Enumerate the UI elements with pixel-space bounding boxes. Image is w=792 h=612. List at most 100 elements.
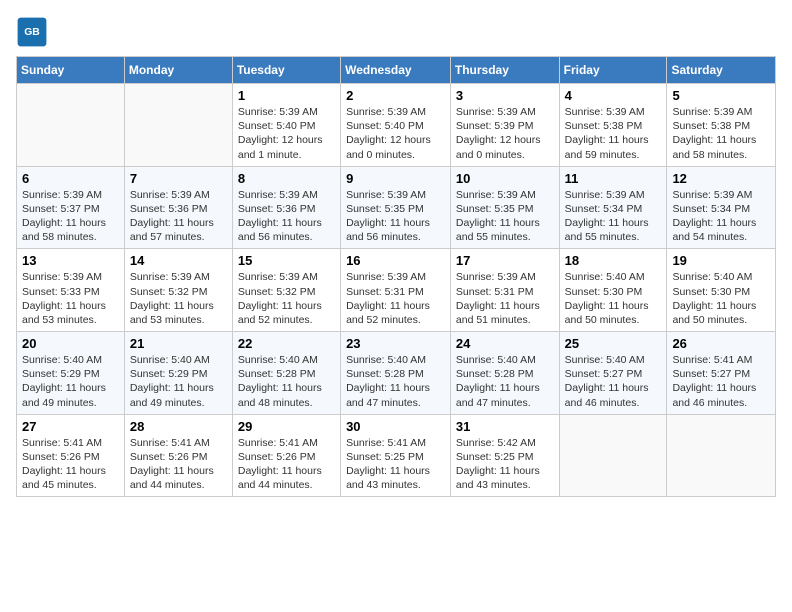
day-number: 4	[565, 88, 662, 103]
day-number: 17	[456, 253, 554, 268]
svg-text:GB: GB	[24, 27, 40, 38]
day-info: Sunrise: 5:41 AM Sunset: 5:27 PM Dayligh…	[672, 353, 770, 410]
calendar-cell: 27Sunrise: 5:41 AM Sunset: 5:26 PM Dayli…	[17, 414, 125, 497]
day-info: Sunrise: 5:39 AM Sunset: 5:38 PM Dayligh…	[565, 105, 662, 162]
day-number: 31	[456, 419, 554, 434]
day-info: Sunrise: 5:41 AM Sunset: 5:26 PM Dayligh…	[238, 436, 335, 493]
day-of-week-header: Wednesday	[341, 57, 451, 84]
calendar-cell: 18 Sunrise: 5:40 AM Sunset: 5:30 PM Dayli…	[559, 249, 667, 332]
calendar-week-row: 6 Sunrise: 5:39 AM Sunset: 5:37 PM Daylig…	[17, 166, 776, 249]
day-number: 23	[346, 336, 445, 351]
day-info: Sunrise: 5:40 AM Sunset: 5:30 PM Dayligh…	[672, 270, 770, 327]
day-number: 9	[346, 171, 445, 186]
day-info: Sunrise: 5:39 AM Sunset: 5:31 PM Dayligh…	[346, 270, 445, 327]
day-number: 21	[130, 336, 227, 351]
day-number: 13	[22, 253, 119, 268]
day-info: Sunrise: 5:39 AM Sunset: 5:37 PM Dayligh…	[22, 188, 119, 245]
day-number: 16	[346, 253, 445, 268]
calendar-cell: 30Sunrise: 5:41 AM Sunset: 5:25 PM Dayli…	[341, 414, 451, 497]
calendar-cell: 7 Sunrise: 5:39 AM Sunset: 5:36 PM Daylig…	[124, 166, 232, 249]
day-info: Sunrise: 5:39 AM Sunset: 5:40 PM Dayligh…	[238, 105, 335, 162]
day-of-week-header: Tuesday	[232, 57, 340, 84]
day-number: 6	[22, 171, 119, 186]
calendar-cell: 25 Sunrise: 5:40 AM Sunset: 5:27 PM Dayli…	[559, 332, 667, 415]
day-info: Sunrise: 5:39 AM Sunset: 5:39 PM Dayligh…	[456, 105, 554, 162]
day-number: 12	[672, 171, 770, 186]
day-number: 8	[238, 171, 335, 186]
logo: GB	[16, 16, 52, 48]
day-info: Sunrise: 5:40 AM Sunset: 5:29 PM Dayligh…	[22, 353, 119, 410]
calendar-cell: 11 Sunrise: 5:39 AM Sunset: 5:34 PM Dayli…	[559, 166, 667, 249]
calendar-header-row: SundayMondayTuesdayWednesdayThursdayFrid…	[17, 57, 776, 84]
calendar-cell: 10Sunrise: 5:39 AM Sunset: 5:35 PM Dayli…	[450, 166, 559, 249]
day-info: Sunrise: 5:39 AM Sunset: 5:32 PM Dayligh…	[130, 270, 227, 327]
calendar-cell	[667, 414, 776, 497]
day-info: Sunrise: 5:39 AM Sunset: 5:32 PM Dayligh…	[238, 270, 335, 327]
day-info: Sunrise: 5:41 AM Sunset: 5:26 PM Dayligh…	[130, 436, 227, 493]
day-number: 1	[238, 88, 335, 103]
calendar-week-row: 27Sunrise: 5:41 AM Sunset: 5:26 PM Dayli…	[17, 414, 776, 497]
calendar-cell: 24 Sunrise: 5:40 AM Sunset: 5:28 PM Dayli…	[450, 332, 559, 415]
calendar-cell: 22Sunrise: 5:40 AM Sunset: 5:28 PM Dayli…	[232, 332, 340, 415]
calendar-cell: 3 Sunrise: 5:39 AM Sunset: 5:39 PM Daylig…	[450, 84, 559, 167]
day-info: Sunrise: 5:40 AM Sunset: 5:30 PM Dayligh…	[565, 270, 662, 327]
page-header: GB	[16, 16, 776, 48]
calendar-cell	[124, 84, 232, 167]
day-info: Sunrise: 5:41 AM Sunset: 5:26 PM Dayligh…	[22, 436, 119, 493]
calendar-cell: 5Sunrise: 5:39 AM Sunset: 5:38 PM Daylig…	[667, 84, 776, 167]
day-info: Sunrise: 5:39 AM Sunset: 5:38 PM Dayligh…	[672, 105, 770, 162]
day-number: 15	[238, 253, 335, 268]
day-number: 11	[565, 171, 662, 186]
day-number: 7	[130, 171, 227, 186]
calendar-cell: 31Sunrise: 5:42 AM Sunset: 5:25 PM Dayli…	[450, 414, 559, 497]
calendar-cell: 19 Sunrise: 5:40 AM Sunset: 5:30 PM Dayli…	[667, 249, 776, 332]
calendar-cell: 28Sunrise: 5:41 AM Sunset: 5:26 PM Dayli…	[124, 414, 232, 497]
calendar-cell: 1 Sunrise: 5:39 AM Sunset: 5:40 PM Daylig…	[232, 84, 340, 167]
day-number: 20	[22, 336, 119, 351]
day-info: Sunrise: 5:39 AM Sunset: 5:40 PM Dayligh…	[346, 105, 445, 162]
calendar-cell: 14Sunrise: 5:39 AM Sunset: 5:32 PM Dayli…	[124, 249, 232, 332]
day-info: Sunrise: 5:39 AM Sunset: 5:35 PM Dayligh…	[346, 188, 445, 245]
day-of-week-header: Sunday	[17, 57, 125, 84]
calendar-cell: 15 Sunrise: 5:39 AM Sunset: 5:32 PM Dayli…	[232, 249, 340, 332]
calendar-cell: 13 Sunrise: 5:39 AM Sunset: 5:33 PM Dayli…	[17, 249, 125, 332]
day-number: 29	[238, 419, 335, 434]
calendar-cell: 26 Sunrise: 5:41 AM Sunset: 5:27 PM Dayli…	[667, 332, 776, 415]
day-info: Sunrise: 5:39 AM Sunset: 5:36 PM Dayligh…	[238, 188, 335, 245]
day-number: 26	[672, 336, 770, 351]
day-info: Sunrise: 5:39 AM Sunset: 5:34 PM Dayligh…	[672, 188, 770, 245]
calendar-body: 1 Sunrise: 5:39 AM Sunset: 5:40 PM Daylig…	[17, 84, 776, 497]
calendar-cell: 20 Sunrise: 5:40 AM Sunset: 5:29 PM Dayli…	[17, 332, 125, 415]
day-number: 2	[346, 88, 445, 103]
day-number: 3	[456, 88, 554, 103]
day-of-week-header: Thursday	[450, 57, 559, 84]
day-info: Sunrise: 5:40 AM Sunset: 5:29 PM Dayligh…	[130, 353, 227, 410]
calendar-cell: 17Sunrise: 5:39 AM Sunset: 5:31 PM Dayli…	[450, 249, 559, 332]
calendar-table: SundayMondayTuesdayWednesdayThursdayFrid…	[16, 56, 776, 497]
logo-icon: GB	[16, 16, 48, 48]
day-number: 22	[238, 336, 335, 351]
calendar-cell	[17, 84, 125, 167]
day-of-week-header: Monday	[124, 57, 232, 84]
calendar-cell: 12 Sunrise: 5:39 AM Sunset: 5:34 PM Dayli…	[667, 166, 776, 249]
day-number: 25	[565, 336, 662, 351]
calendar-cell: 23Sunrise: 5:40 AM Sunset: 5:28 PM Dayli…	[341, 332, 451, 415]
day-number: 24	[456, 336, 554, 351]
day-info: Sunrise: 5:40 AM Sunset: 5:28 PM Dayligh…	[456, 353, 554, 410]
day-number: 19	[672, 253, 770, 268]
calendar-week-row: 20 Sunrise: 5:40 AM Sunset: 5:29 PM Dayli…	[17, 332, 776, 415]
day-number: 18	[565, 253, 662, 268]
calendar-cell: 4 Sunrise: 5:39 AM Sunset: 5:38 PM Daylig…	[559, 84, 667, 167]
day-info: Sunrise: 5:39 AM Sunset: 5:33 PM Dayligh…	[22, 270, 119, 327]
day-of-week-header: Saturday	[667, 57, 776, 84]
day-info: Sunrise: 5:39 AM Sunset: 5:36 PM Dayligh…	[130, 188, 227, 245]
day-number: 30	[346, 419, 445, 434]
calendar-cell: 16 Sunrise: 5:39 AM Sunset: 5:31 PM Dayli…	[341, 249, 451, 332]
day-info: Sunrise: 5:40 AM Sunset: 5:27 PM Dayligh…	[565, 353, 662, 410]
day-info: Sunrise: 5:39 AM Sunset: 5:34 PM Dayligh…	[565, 188, 662, 245]
calendar-week-row: 1 Sunrise: 5:39 AM Sunset: 5:40 PM Daylig…	[17, 84, 776, 167]
calendar-cell: 8 Sunrise: 5:39 AM Sunset: 5:36 PM Daylig…	[232, 166, 340, 249]
calendar-week-row: 13 Sunrise: 5:39 AM Sunset: 5:33 PM Dayli…	[17, 249, 776, 332]
calendar-cell	[559, 414, 667, 497]
calendar-cell: 21 Sunrise: 5:40 AM Sunset: 5:29 PM Dayli…	[124, 332, 232, 415]
